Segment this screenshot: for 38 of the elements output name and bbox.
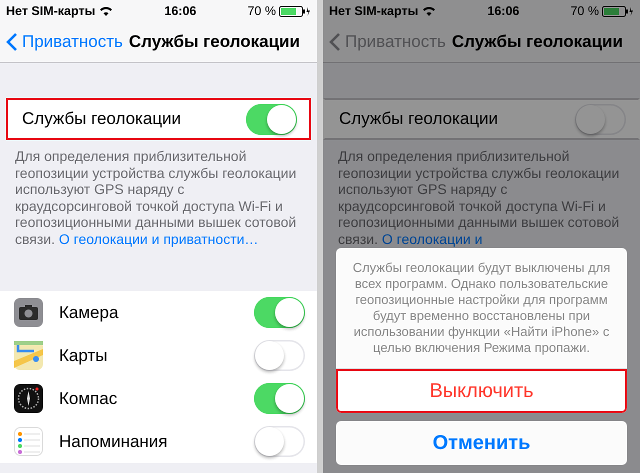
chevron-icon <box>329 32 341 52</box>
screen-title: Службы геолокации <box>452 32 623 52</box>
app-name: Камера <box>59 302 120 322</box>
toggle-switch[interactable] <box>246 104 297 134</box>
battery-icon <box>602 6 634 16</box>
description-text: Для определения приблизительной геопозиции устройства службы геолокации используют GPS наряду с краудсорсинговой точкой доступа Wi‑Fi и геопозиционными данными вышек сотовой связи. О геолокации и приватности… <box>14 147 298 247</box>
back-button[interactable]: Приватность <box>329 32 446 52</box>
cancel-button[interactable]: Отменить <box>336 421 627 465</box>
battery-icon <box>278 6 311 16</box>
camera-icon <box>14 298 43 327</box>
app-name: Напоминания <box>59 432 169 452</box>
row-label: Службы геолокации <box>22 109 182 129</box>
app-name: Карты <box>59 346 108 366</box>
back-button[interactable]: Приватность <box>6 32 123 52</box>
toggle-switch[interactable] <box>254 340 305 371</box>
battery-percent: 70 % <box>570 4 599 18</box>
toggle-switch[interactable] <box>575 104 626 134</box>
map-icon <box>14 341 43 370</box>
row-label: Службы геолокации <box>339 109 498 129</box>
description-text: Для определения приблизительной геопозиции устройства службы геолокации используют GPS наряду с краудсорсинговой точкой доступа Wi‑Fi и геопозиционными данными вышек сотовой связи. О геолокации и <box>337 147 620 247</box>
carrier-label: Нет SIM-карты <box>6 4 96 18</box>
clock-label: 16:06 <box>487 4 520 18</box>
carrier-label: Нет SIM-карты <box>329 4 418 18</box>
toggle-switch[interactable] <box>254 297 305 328</box>
toggle-switch[interactable] <box>254 426 305 457</box>
compass-icon <box>14 384 43 413</box>
turn-off-button[interactable]: Выключить <box>336 369 627 413</box>
privacy-link[interactable]: О геолокации и приватности… <box>58 230 258 246</box>
toggle-switch[interactable] <box>254 383 305 414</box>
wifi-icon <box>99 6 114 16</box>
clock-label: 16:06 <box>164 4 196 18</box>
privacy-link[interactable]: О геолокации и <box>382 230 482 246</box>
app-name: Компас <box>59 388 118 408</box>
wifi-icon <box>422 6 436 16</box>
chevron-icon <box>6 32 18 52</box>
list-icon <box>14 427 43 456</box>
screen-title: Службы геолокации <box>128 32 300 52</box>
battery-percent: 70 % <box>247 4 276 18</box>
